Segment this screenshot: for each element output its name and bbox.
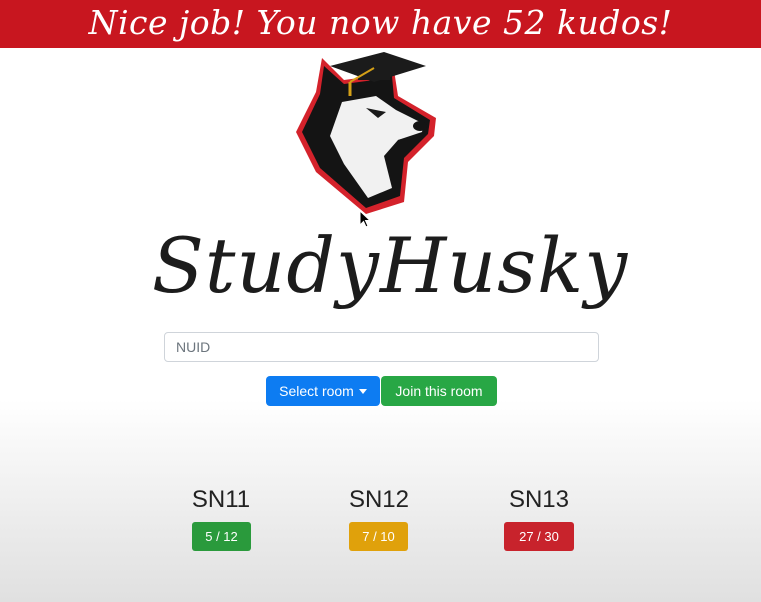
app-title: StudyHusky	[151, 221, 629, 310]
room-name-sn11: SN11	[191, 486, 251, 513]
select-room-label: Select room	[279, 383, 354, 399]
room-occupancy-badge-sn12: 7 / 10	[349, 522, 408, 551]
caret-down-icon	[358, 389, 367, 394]
join-room-button[interactable]: Join this room	[381, 376, 497, 406]
nuid-input[interactable]	[164, 332, 599, 362]
room-occupancy-badge-sn13: 27 / 30	[504, 522, 574, 551]
room-occupancy-badge-sn11: 5 / 12	[192, 522, 251, 551]
kudos-banner: Nice job! You now have 52 kudos!	[0, 0, 761, 48]
room-name-sn12: SN12	[348, 486, 410, 513]
husky-logo	[296, 52, 436, 214]
mouse-cursor-icon	[359, 210, 371, 228]
room-name-sn13: SN13	[508, 486, 570, 513]
select-room-dropdown[interactable]: Select room	[266, 376, 380, 406]
